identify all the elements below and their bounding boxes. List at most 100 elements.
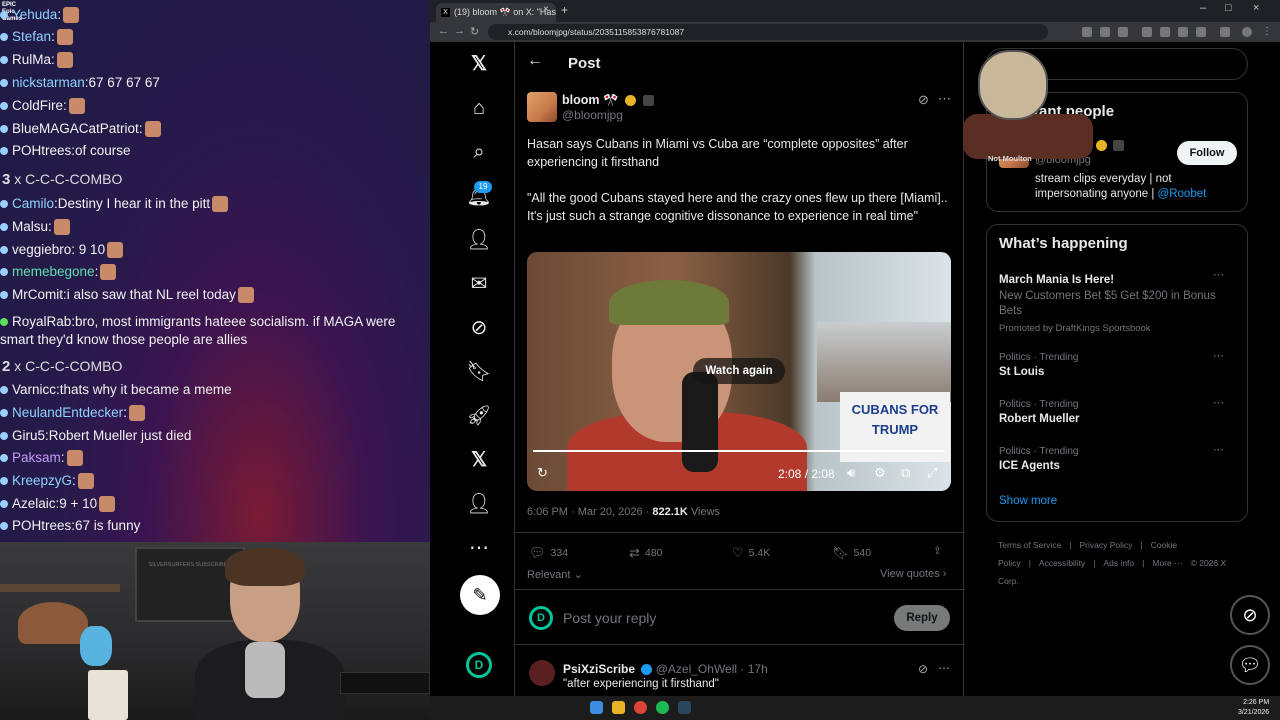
reply-button[interactable]: Reply — [894, 605, 950, 631]
chat-username[interactable]: Malsu — [12, 219, 48, 234]
extension-icon[interactable] — [1178, 27, 1188, 37]
trend-item[interactable]: March Mania Is Here! New Customers Bet $5… — [999, 271, 1239, 334]
back-arrow-icon[interactable]: ← — [527, 52, 543, 70]
menu-icon[interactable]: ⋮ — [1262, 27, 1272, 37]
grok-explain-icon[interactable]: ⊘ — [918, 92, 929, 108]
spotify-icon[interactable] — [656, 701, 669, 714]
chat-username[interactable]: veggiebro — [12, 242, 71, 257]
chat-username[interactable]: ColdFire — [12, 98, 63, 113]
chat-username[interactable]: RulMa — [12, 52, 51, 67]
chat-float-button[interactable]: 💬︎ — [1230, 645, 1270, 685]
chat-username[interactable]: KreepzyG — [12, 473, 72, 488]
premium-x-icon[interactable]: 𝕏 — [466, 447, 492, 473]
trend-item[interactable]: Politics · Trending St Louis — [999, 352, 1239, 378]
profile-icon[interactable]: 👤︎ — [466, 491, 492, 517]
browser-tab[interactable]: X (19) bloom 🎌 on X: "Hasan says... — [436, 3, 556, 22]
trend-item[interactable]: Politics · Trending ICE Agents — [999, 446, 1239, 472]
url-field[interactable]: x.com/bloomjpg/status/203511585387678108… — [488, 24, 1048, 40]
tab-close-icon[interactable]: × — [543, 4, 549, 15]
footer-link[interactable]: More ··· — [1152, 558, 1182, 568]
chat-username[interactable]: Camilo — [12, 196, 54, 211]
repost-count[interactable]: ⇄ 480 — [629, 545, 662, 561]
footer-link[interactable]: Terms of Service — [998, 540, 1061, 550]
steam-icon[interactable] — [678, 701, 691, 714]
chat-username[interactable]: Giru5 — [12, 428, 45, 443]
bookmark-star-icon[interactable] — [1118, 27, 1128, 37]
chat-username[interactable]: POHtrees — [12, 143, 71, 158]
settings-gear-icon[interactable]: ⚙ — [874, 465, 886, 481]
extension-icon[interactable] — [1142, 27, 1152, 37]
chat-username[interactable]: Varnicc — [12, 382, 56, 397]
new-tab-button[interactable]: + — [561, 3, 568, 17]
view-quotes-link[interactable]: View quotes › — [880, 568, 946, 580]
watch-again-button[interactable]: Watch again — [693, 358, 785, 384]
bookmarks-icon[interactable]: 🔖︎ — [466, 359, 492, 385]
extension-icon[interactable] — [1160, 27, 1170, 37]
video-player[interactable]: CUBANS FOR TRUMP Watch again ↻ 2:08 / 2:… — [527, 252, 951, 491]
follow-icon[interactable]: 👤︎ — [466, 227, 492, 253]
author-avatar[interactable] — [527, 92, 557, 122]
pip-icon[interactable]: ⧉ — [901, 465, 910, 481]
forward-icon[interactable]: → — [454, 25, 465, 37]
trend-more-icon[interactable]: ⋯ — [1213, 396, 1224, 409]
reply-author[interactable]: PsiXziScribe @Azel_OhWell · 17h — [563, 662, 768, 676]
chat-username[interactable]: MrComit — [12, 287, 63, 302]
reply-input[interactable] — [563, 608, 863, 628]
chat-username[interactable]: BlueMAGACatPatriot — [12, 121, 139, 136]
like-count[interactable]: ♡ 5.4K — [732, 545, 770, 561]
extension-icon[interactable] — [1100, 27, 1110, 37]
reply-post[interactable]: PsiXziScribe @Azel_OhWell · 17h ⊘ ⋯ "aft… — [515, 652, 965, 696]
footer-link[interactable]: Privacy Policy — [1080, 540, 1133, 550]
windows-start-icon[interactable] — [590, 701, 603, 714]
show-more-link[interactable]: Show more — [999, 495, 1057, 507]
grok-icon[interactable]: ⊘ — [466, 315, 492, 341]
fullscreen-icon[interactable]: ⤢ — [927, 465, 937, 481]
chat-username[interactable]: Azelaic — [12, 496, 56, 511]
x-logo-icon[interactable]: 𝕏 — [466, 51, 492, 77]
video-progress-bar[interactable] — [533, 450, 945, 452]
trend-more-icon[interactable]: ⋯ — [1213, 443, 1224, 456]
extension-icon[interactable] — [1082, 27, 1092, 37]
home-icon[interactable]: ⌂ — [466, 95, 492, 121]
grok-explain-icon[interactable]: ⊘ — [918, 662, 928, 676]
chrome-icon[interactable] — [634, 701, 647, 714]
author-name[interactable]: bloom 🎌 — [562, 93, 654, 108]
chat-username[interactable]: Stefan — [12, 29, 51, 44]
file-explorer-icon[interactable] — [612, 701, 625, 714]
profile-icon[interactable] — [1242, 27, 1252, 37]
download-icon[interactable] — [1220, 27, 1230, 37]
chat-username[interactable]: Yehuda — [12, 7, 57, 22]
maximize-icon[interactable]: □ — [1225, 2, 1232, 14]
replay-icon[interactable]: ↻ — [537, 465, 548, 481]
trend-item[interactable]: Politics · Trending Robert Mueller — [999, 399, 1239, 425]
compose-button[interactable]: ✎ — [460, 575, 500, 615]
share-icon[interactable]: ⇪ — [933, 545, 942, 557]
reply-avatar[interactable] — [529, 660, 555, 686]
bio-link[interactable]: @Roobet — [1158, 188, 1207, 200]
follow-button[interactable]: Follow — [1177, 141, 1237, 165]
extension-brand-icon[interactable]: D — [466, 652, 492, 678]
chat-username[interactable]: POHtrees — [12, 518, 71, 533]
author-handle[interactable]: @bloomjpg — [562, 108, 623, 122]
bookmark-count[interactable]: 🔖︎ 540 — [832, 545, 871, 561]
search-icon[interactable]: ⌕ — [466, 139, 492, 165]
chat-username[interactable]: Paksam — [12, 450, 61, 465]
grok-float-button[interactable]: ⊘ — [1230, 595, 1270, 635]
close-window-icon[interactable]: × — [1253, 2, 1259, 14]
chat-username[interactable]: memebegone — [12, 264, 95, 279]
messages-icon[interactable]: ✉ — [466, 271, 492, 297]
footer-link[interactable]: Ads info — [1103, 558, 1134, 568]
trend-more-icon[interactable]: ⋯ — [1213, 349, 1224, 362]
chat-username[interactable]: nickstarman — [12, 75, 85, 90]
trend-more-icon[interactable]: ⋯ — [1213, 268, 1224, 281]
more-icon[interactable]: ⋯ — [466, 535, 492, 561]
volume-icon[interactable]: 🔊︎ — [847, 465, 855, 481]
minimize-icon[interactable]: – — [1200, 2, 1206, 14]
extension-icon[interactable] — [1196, 27, 1206, 37]
reply-sort-dropdown[interactable]: Relevant ⌄ — [527, 568, 583, 581]
back-icon[interactable]: ← — [438, 25, 449, 37]
reload-icon[interactable]: ↻ — [470, 25, 479, 38]
footer-link[interactable]: Accessibility — [1039, 558, 1085, 568]
chat-username[interactable]: NeulandEntdecker — [12, 405, 123, 420]
more-options-icon[interactable]: ⋯ — [938, 91, 951, 107]
